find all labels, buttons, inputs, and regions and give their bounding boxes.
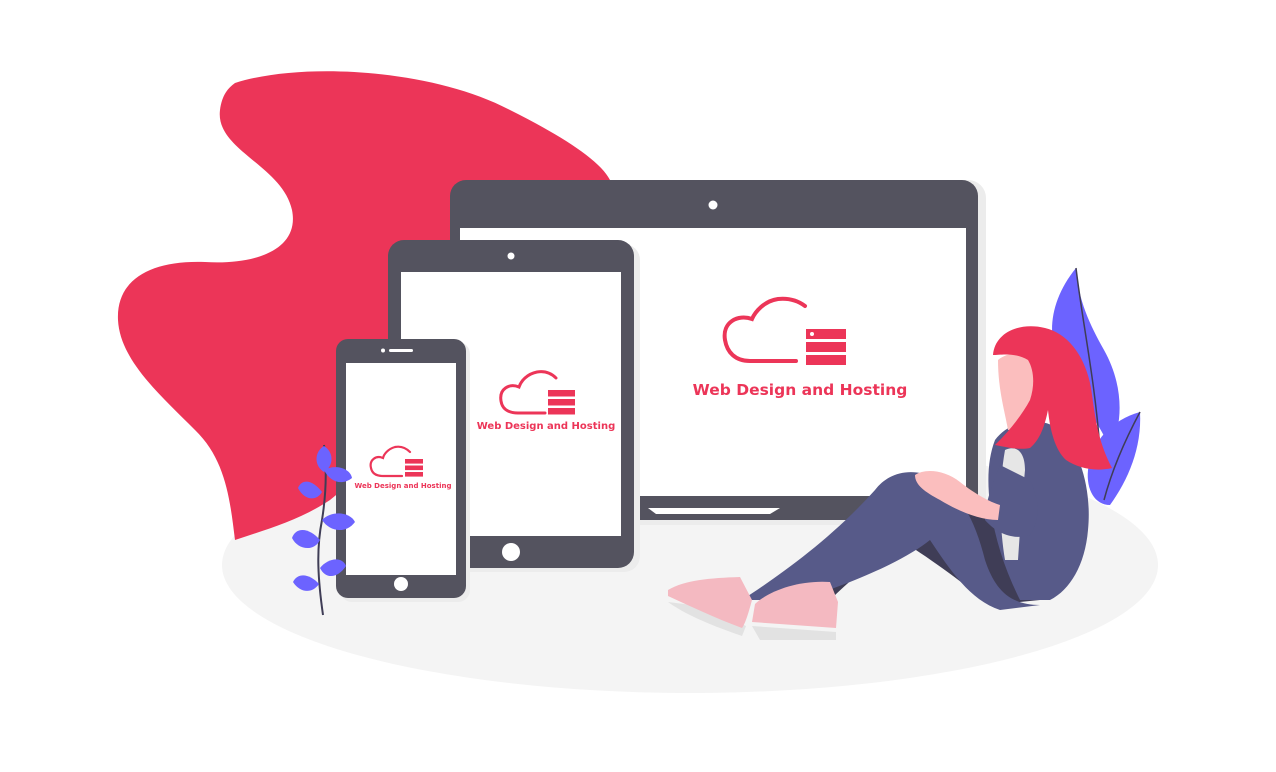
phone-camera [381,348,385,353]
phone-speaker [389,349,413,352]
laptop-trackpad [648,508,780,514]
phone: Web Design and Hosting [336,339,470,602]
phone-screen [346,363,456,575]
tablet-brand-text: Web Design and Hosting [477,421,616,432]
tablet-home-button [502,543,520,561]
laptop-brand-text: Web Design and Hosting [693,381,908,399]
laptop-camera [708,200,718,210]
phone-brand-text: Web Design and Hosting [355,482,452,490]
phone-home-button [394,577,408,591]
hero-illustration: Web Design and Hosting Web Design and Ho… [117,71,1158,693]
tablet-camera [507,252,515,260]
